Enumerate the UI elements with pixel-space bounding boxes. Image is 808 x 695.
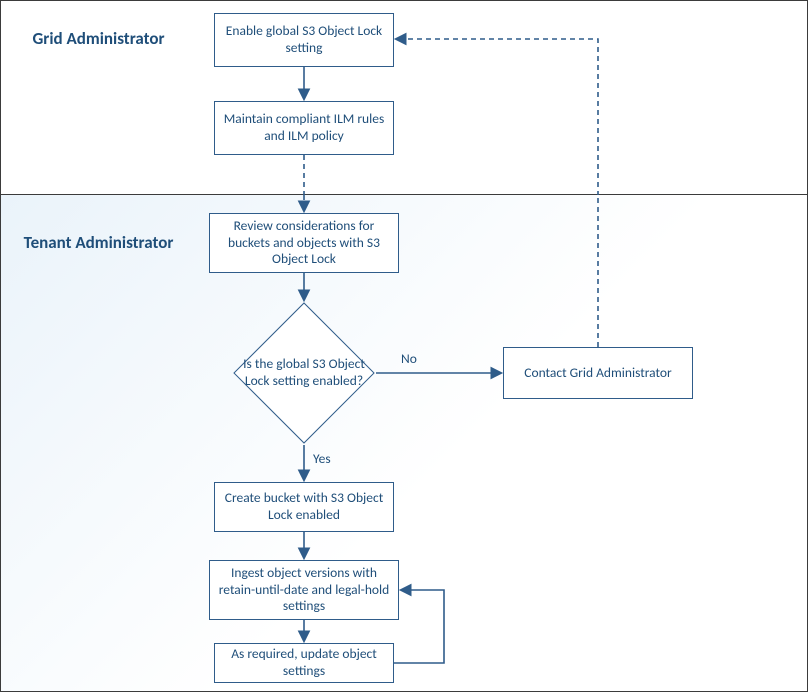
node-decision-global-enabled: Is the global S3 Object Lock setting ena…: [234, 303, 374, 443]
node-update-settings: As required, update object settings: [214, 643, 394, 683]
role-label-grid: Grid Administrator: [1, 29, 196, 49]
edge-label-yes: Yes: [313, 450, 331, 467]
node-maintain-ilm: Maintain compliant ILM rules and ILM pol…: [214, 101, 394, 155]
arrow-update-loop-to-ingest: [394, 590, 444, 663]
decision-label: Is the global S3 Object Lock setting ena…: [234, 303, 374, 443]
swimlane-grid-admin: Grid Administrator Enable global S3 Obje…: [0, 0, 808, 195]
node-create-bucket: Create bucket with S3 Object Lock enable…: [214, 482, 394, 532]
node-review-considerations: Review considerations for buckets and ob…: [209, 213, 399, 273]
edge-label-no: No: [401, 350, 417, 367]
node-ingest-objects: Ingest object versions with retain-until…: [209, 560, 399, 620]
arrow-contact-to-enable-seg2: [397, 39, 598, 196]
role-label-tenant: Tenant Administrator: [1, 233, 196, 253]
node-enable-global-lock: Enable global S3 Object Lock setting: [214, 13, 394, 67]
swimlane-tenant-admin: Tenant Administrator Review consideratio…: [0, 195, 808, 692]
node-contact-grid-admin: Contact Grid Administrator: [503, 347, 693, 399]
